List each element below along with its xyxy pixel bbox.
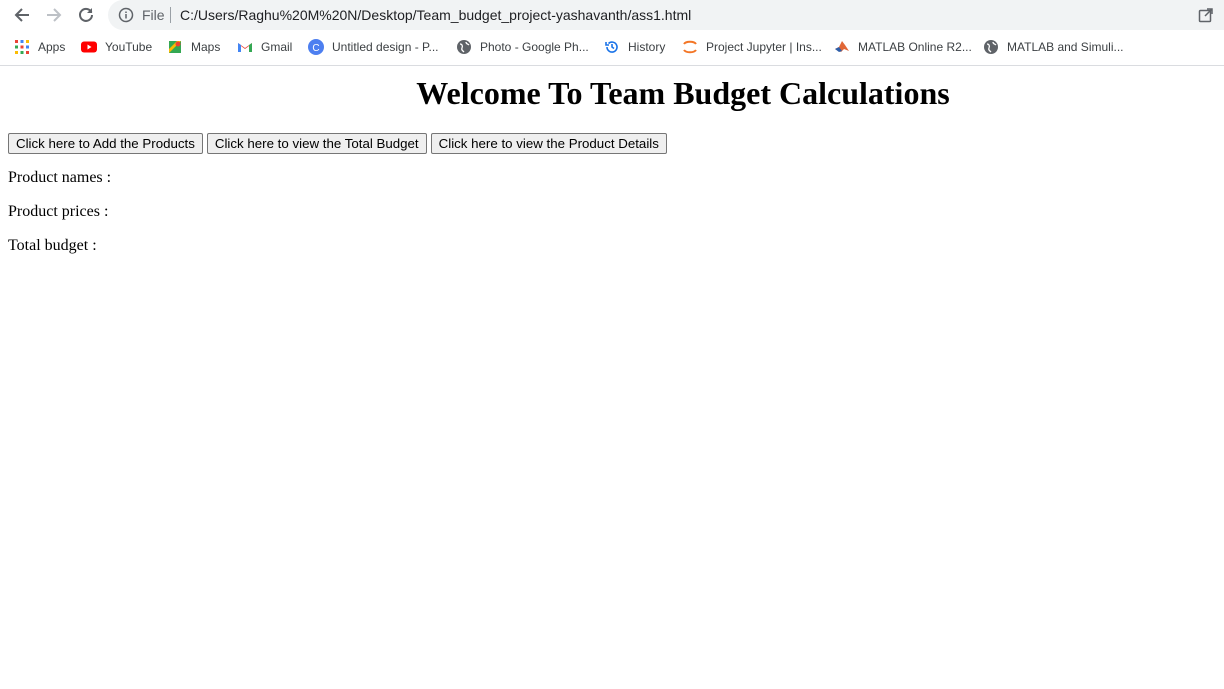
svg-text:C: C: [312, 43, 319, 54]
forward-button[interactable]: [42, 3, 66, 27]
back-button[interactable]: [10, 3, 34, 27]
url-text[interactable]: C:/Users/Raghu%20M%20N/Desktop/Team_budg…: [180, 7, 691, 23]
globe-icon: [983, 39, 999, 55]
canva-icon: C: [308, 39, 324, 55]
action-buttons: Click here to Add the Products Click her…: [8, 133, 671, 154]
bookmark-label: MATLAB Online R2...: [858, 40, 972, 54]
omnibox-divider: [170, 7, 171, 23]
bookmark-canva[interactable]: C Untitled design - P...: [308, 38, 439, 56]
bookmark-apps[interactable]: Apps: [14, 38, 65, 56]
share-icon[interactable]: [1198, 7, 1214, 23]
apps-grid-icon: [14, 39, 30, 55]
file-label: File: [142, 7, 165, 23]
bookmark-label: Gmail: [261, 40, 293, 54]
history-icon: [604, 39, 620, 55]
arrow-right-icon: [47, 8, 62, 22]
bookmark-history[interactable]: History: [604, 38, 665, 56]
globe-icon: [456, 39, 472, 55]
product-names-label: Product names :: [8, 169, 112, 186]
bookmark-jupyter[interactable]: Project Jupyter | Ins...: [682, 38, 822, 56]
browser-toolbar: File C:/Users/Raghu%20M%20N/Desktop/Team…: [0, 0, 1224, 30]
bookmark-label: Apps: [38, 40, 66, 54]
gmail-icon: [237, 39, 253, 55]
bookmark-label: Maps: [191, 40, 221, 54]
bookmark-label: Photo - Google Ph...: [480, 40, 589, 54]
page-title: Welcome To Team Budget Calculations: [416, 75, 950, 111]
bookmark-label: YouTube: [105, 40, 153, 54]
bookmark-maps[interactable]: Maps: [167, 38, 220, 56]
page-content: Welcome To Team Budget Calculations Clic…: [0, 66, 1224, 689]
bookmark-label: Project Jupyter | Ins...: [706, 40, 822, 54]
arrow-left-icon: [14, 8, 29, 22]
info-icon[interactable]: [118, 7, 134, 23]
reload-icon: [79, 7, 93, 22]
view-product-details-button[interactable]: Click here to view the Product Details: [430, 133, 667, 154]
add-products-button[interactable]: Click here to Add the Products: [8, 133, 203, 154]
address-bar[interactable]: File C:/Users/Raghu%20M%20N/Desktop/Team…: [108, 0, 1224, 30]
maps-icon: [167, 39, 183, 55]
view-total-budget-button[interactable]: Click here to view the Total Budget: [206, 133, 427, 154]
product-prices-label: Product prices :: [8, 203, 109, 220]
matlab-icon: [834, 39, 850, 55]
bookmark-label: History: [628, 40, 666, 54]
bookmark-label: Untitled design - P...: [332, 40, 439, 54]
total-budget-label: Total budget :: [8, 237, 97, 254]
bookmark-matlab-online[interactable]: MATLAB Online R2...: [834, 38, 972, 56]
bookmark-gmail[interactable]: Gmail: [237, 38, 292, 56]
bookmark-matlab-simulink[interactable]: MATLAB and Simuli...: [983, 38, 1123, 56]
youtube-icon: [81, 39, 97, 55]
bookmark-google-photos[interactable]: Photo - Google Ph...: [456, 38, 589, 56]
bookmark-label: MATLAB and Simuli...: [1007, 40, 1124, 54]
jupyter-icon: [682, 39, 698, 55]
reload-button[interactable]: [74, 3, 98, 27]
bookmark-youtube[interactable]: YouTube: [81, 38, 152, 56]
